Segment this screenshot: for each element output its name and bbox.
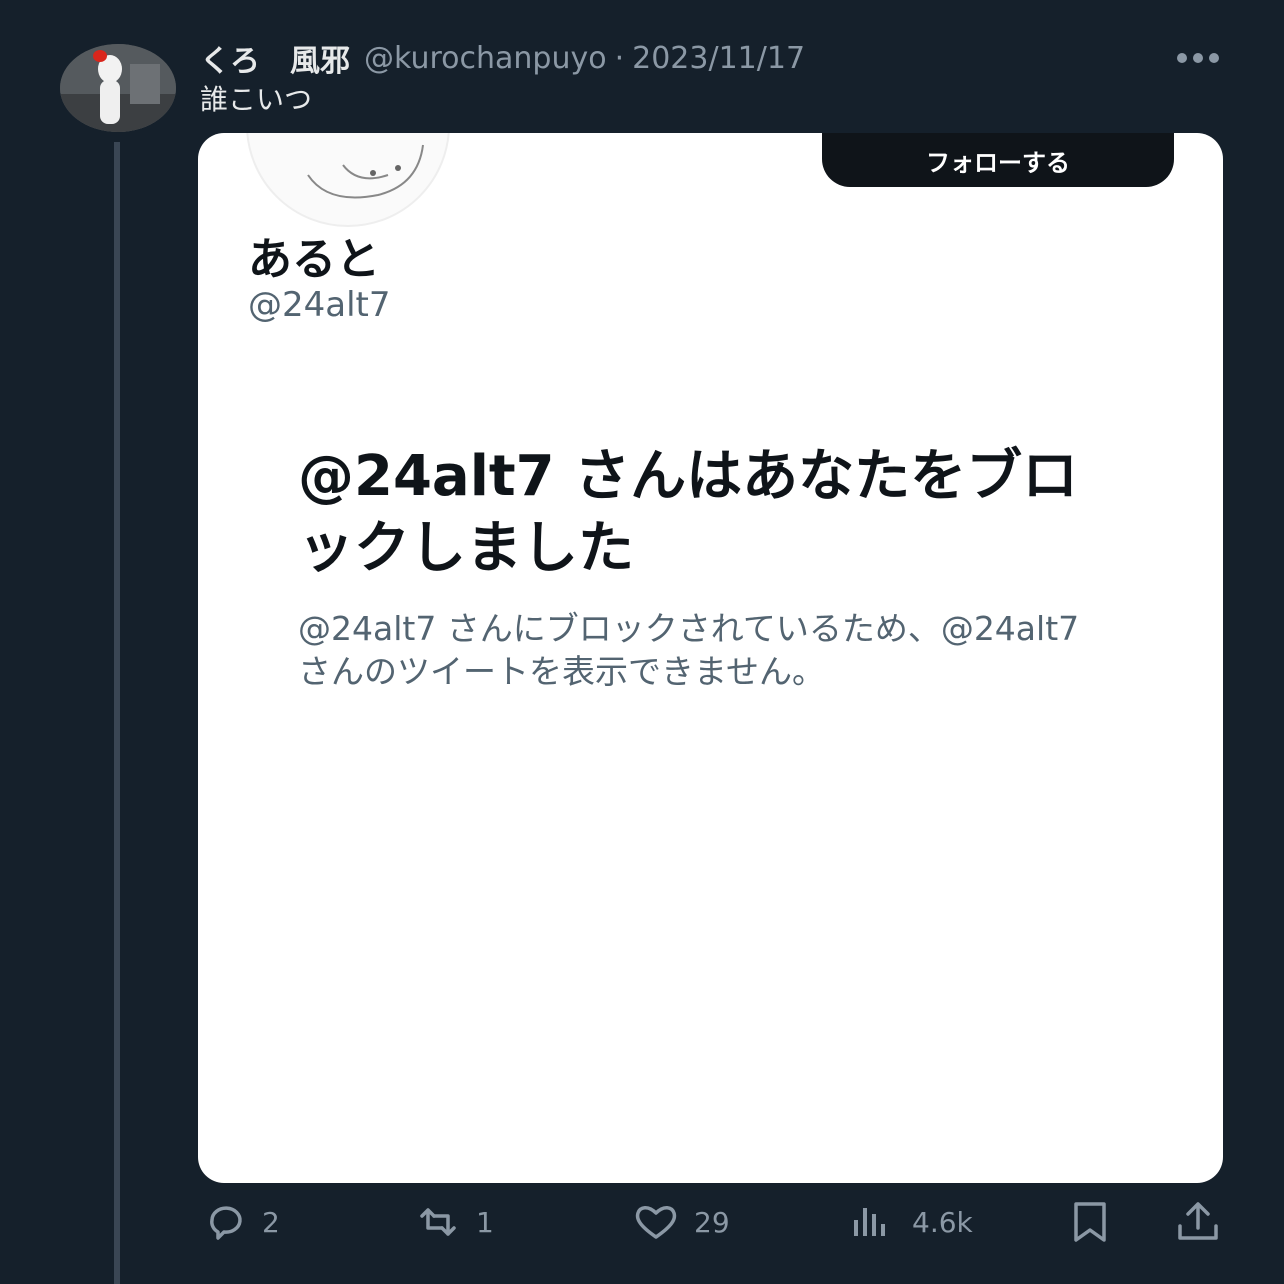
share-button[interactable] <box>1172 1196 1224 1248</box>
author-avatar[interactable] <box>60 44 176 132</box>
reply-icon <box>210 1206 242 1240</box>
bookmark-button[interactable] <box>1064 1196 1116 1248</box>
profile-handle: @24alt7 <box>248 285 391 325</box>
thread-connector-line <box>114 142 120 1284</box>
repost-button[interactable]: 1 <box>412 1196 494 1248</box>
tweet-actions: 2 1 29 4.6k <box>198 1196 1228 1248</box>
bookmark-icon <box>1074 1202 1106 1242</box>
avatar-image <box>60 44 176 132</box>
header-separator: · <box>614 40 625 76</box>
reply-count: 2 <box>262 1205 280 1239</box>
repost-icon <box>420 1208 456 1236</box>
follow-button[interactable]: フォローする <box>822 133 1174 187</box>
like-button[interactable]: 29 <box>630 1196 730 1248</box>
author-handle[interactable]: @kurochanpuyo <box>364 41 607 76</box>
views-button[interactable]: 4.6k <box>848 1196 973 1248</box>
share-icon <box>1178 1202 1218 1240</box>
embedded-screenshot[interactable]: フォローする あると @24alt7 @24alt7 さんはあなたをブロックしま… <box>198 133 1223 1183</box>
blocked-description: @24alt7 さんにブロックされているため、@24alt7 さんのツイートを表… <box>298 609 1080 691</box>
tweet-text: 誰こいつ <box>200 83 313 116</box>
repost-count: 1 <box>476 1205 494 1239</box>
profile-name: あると <box>248 234 380 285</box>
blocked-title: @24alt7 さんはあなたをブロックしました <box>298 444 1079 581</box>
author-name[interactable]: くろ 風邪 <box>200 36 350 80</box>
profile-avatar <box>246 133 450 227</box>
tweet-date[interactable]: 2023/11/17 <box>632 41 805 76</box>
more-dots-icon[interactable] <box>1176 40 1220 76</box>
heart-icon <box>635 1206 677 1239</box>
tweet-header: くろ 風邪 @kurochanpuyo · 2023/11/17 <box>200 36 1244 80</box>
views-count: 4.6k <box>912 1205 973 1239</box>
analytics-icon <box>854 1208 885 1236</box>
reply-button[interactable]: 2 <box>198 1196 280 1248</box>
like-count: 29 <box>694 1205 730 1239</box>
